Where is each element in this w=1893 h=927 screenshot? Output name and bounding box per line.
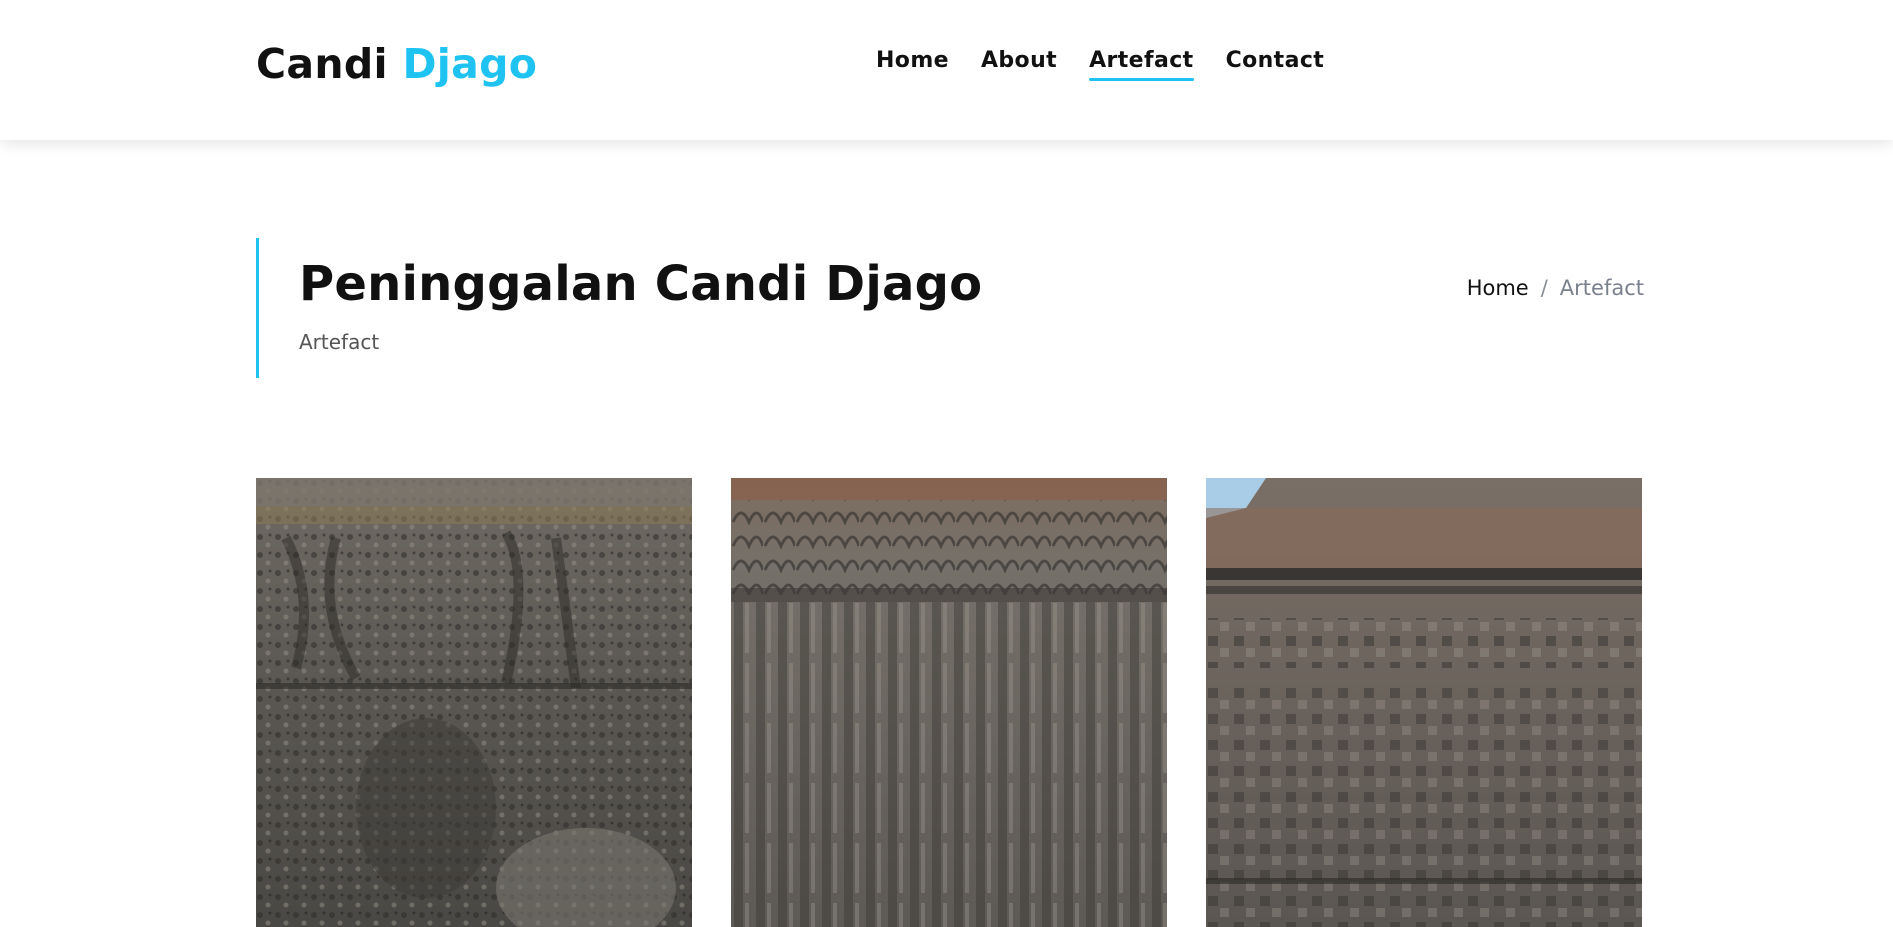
intro-accent-bar: [256, 238, 259, 378]
relief-photo-1: [256, 478, 692, 927]
artefact-card-2[interactable]: [731, 478, 1167, 927]
breadcrumb: Home / Artefact: [1467, 276, 1644, 300]
main-nav: Home About Artefact Contact: [876, 48, 1324, 81]
brand-name-part2: Djago: [402, 40, 538, 88]
nav-about[interactable]: About: [981, 48, 1057, 81]
relief-photo-2: [731, 478, 1167, 927]
page-intro: Peninggalan Candi Djago Artefact Home / …: [256, 238, 1644, 378]
nav-home[interactable]: Home: [876, 48, 949, 81]
artefact-card-3[interactable]: [1206, 478, 1642, 927]
page-subtitle: Artefact: [299, 330, 380, 354]
artefact-gallery: [256, 478, 1644, 927]
brand-name-part1: Candi: [256, 40, 388, 88]
artefact-card-1[interactable]: [256, 478, 692, 927]
breadcrumb-home[interactable]: Home: [1467, 276, 1529, 300]
page-title: Peninggalan Candi Djago: [299, 256, 983, 312]
nav-artefact[interactable]: Artefact: [1089, 48, 1194, 81]
breadcrumb-separator: /: [1540, 276, 1548, 300]
relief-photo-3: [1206, 478, 1642, 927]
site-header: Candi Djago Home About Artefact Contact: [0, 0, 1893, 140]
nav-contact[interactable]: Contact: [1226, 48, 1325, 81]
breadcrumb-current: Artefact: [1559, 276, 1644, 300]
brand-logo[interactable]: Candi Djago: [256, 40, 537, 88]
